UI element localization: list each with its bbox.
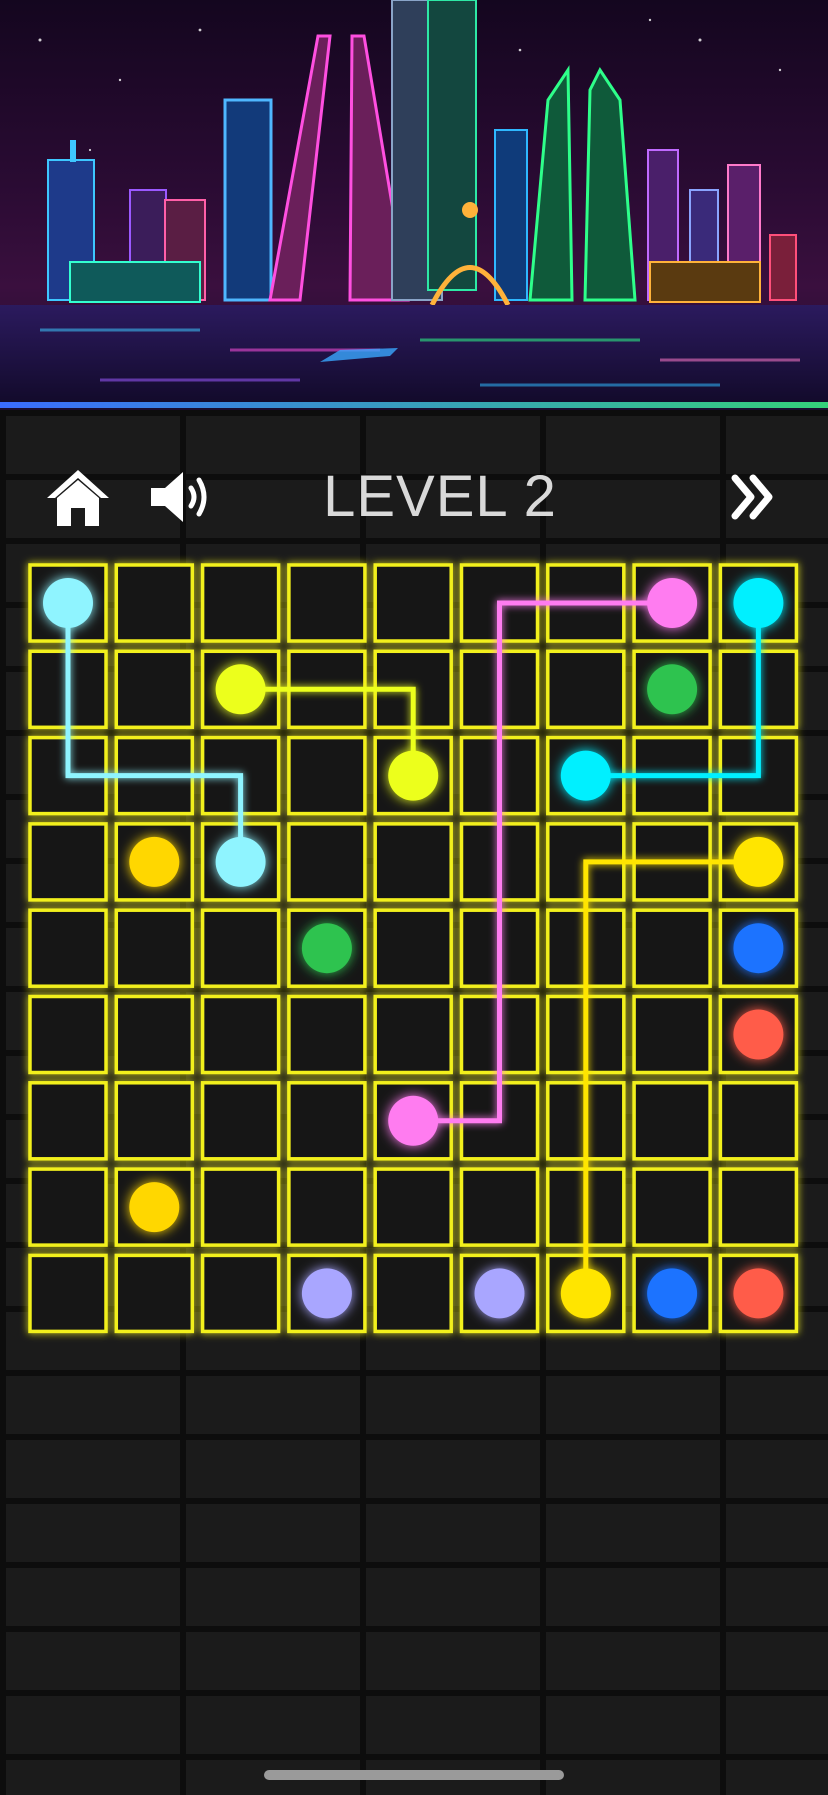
grid-cell[interactable] — [28, 994, 108, 1075]
dot-blue[interactable] — [733, 923, 784, 974]
grid-cell[interactable] — [200, 908, 281, 988]
dot-lime[interactable] — [388, 750, 439, 801]
dot-green[interactable] — [647, 664, 698, 715]
dot-red[interactable] — [733, 1009, 784, 1060]
dot-pink[interactable] — [647, 578, 698, 628]
dot-violet[interactable] — [474, 1268, 525, 1319]
dot-cyan[interactable] — [733, 578, 784, 628]
grid-cell[interactable] — [200, 1081, 281, 1161]
grid-cell[interactable] — [373, 563, 453, 643]
dot-green[interactable] — [301, 923, 352, 974]
grid-cell[interactable] — [28, 1081, 108, 1161]
grid-cell[interactable] — [287, 563, 367, 643]
grid-cell[interactable] — [114, 1253, 195, 1334]
grid-cell[interactable] — [28, 822, 108, 902]
grid-cell[interactable] — [28, 1167, 108, 1247]
grid-cell[interactable] — [373, 994, 453, 1075]
dot-blue[interactable] — [647, 1268, 698, 1319]
grid-cell[interactable] — [200, 1253, 281, 1334]
dot-light-blue[interactable] — [43, 578, 93, 628]
dot-yellow[interactable] — [560, 1268, 611, 1319]
dot-yellow[interactable] — [733, 836, 784, 887]
grid-cell[interactable] — [373, 1167, 453, 1247]
grid-cell[interactable] — [373, 908, 453, 988]
home-indicator — [264, 1770, 564, 1780]
grid-cell[interactable] — [28, 1253, 108, 1334]
grid-cell[interactable] — [114, 649, 195, 730]
dot-pink[interactable] — [388, 1095, 439, 1146]
grid-cell[interactable] — [632, 1167, 712, 1247]
dot-lime[interactable] — [215, 664, 266, 715]
grid-cell[interactable] — [287, 994, 367, 1075]
grid-cell[interactable] — [546, 649, 626, 730]
grid-cell[interactable] — [200, 563, 281, 643]
grid-cell[interactable] — [114, 563, 195, 643]
grid-cell[interactable] — [373, 822, 453, 902]
dot-violet[interactable] — [301, 1268, 352, 1319]
dot-cyan[interactable] — [560, 750, 611, 801]
grid-cell[interactable] — [287, 1167, 367, 1247]
dot-light-blue[interactable] — [215, 836, 266, 887]
grid-cell[interactable] — [632, 1081, 712, 1161]
grid-cell[interactable] — [28, 908, 108, 988]
grid-cell[interactable] — [200, 994, 281, 1075]
dot-gold[interactable] — [129, 836, 180, 887]
dot-red[interactable] — [733, 1268, 784, 1319]
grid-cell[interactable] — [632, 994, 712, 1075]
dot-gold[interactable] — [129, 1182, 180, 1233]
grid-cell[interactable] — [287, 822, 367, 902]
grid-cell[interactable] — [459, 1167, 540, 1247]
grid-cell[interactable] — [200, 1167, 281, 1247]
game-board[interactable] — [0, 0, 828, 1795]
grid-cell[interactable] — [632, 908, 712, 988]
grid-cell[interactable] — [287, 735, 367, 816]
grid-cell[interactable] — [287, 1081, 367, 1161]
